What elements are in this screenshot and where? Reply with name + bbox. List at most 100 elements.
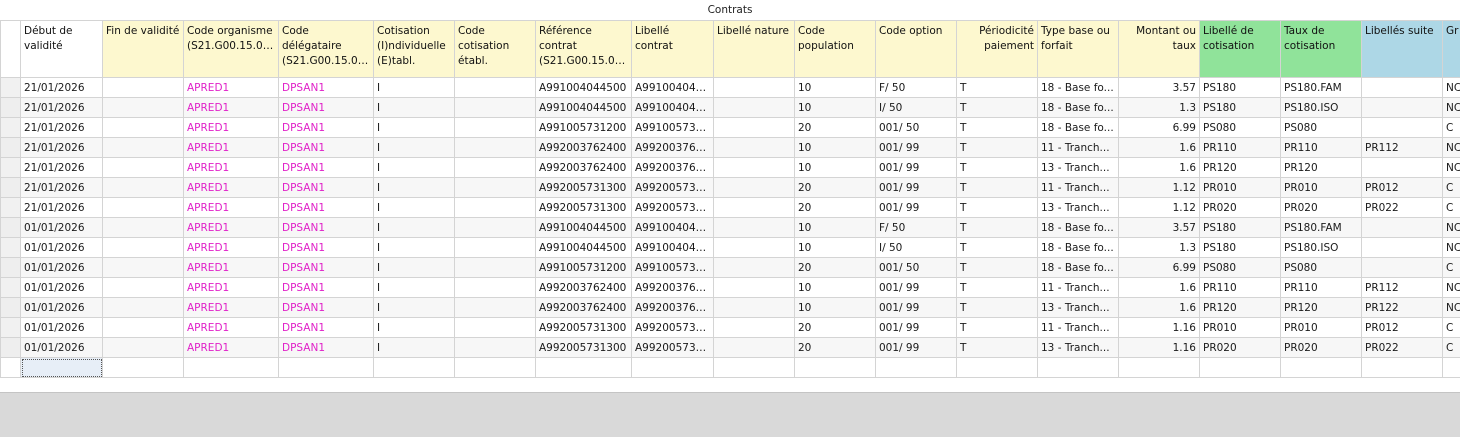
cell-code_cotis[interactable] bbox=[455, 78, 536, 98]
cell-fin[interactable] bbox=[103, 338, 184, 358]
cell-lib_cotis[interactable]: PS180 bbox=[1200, 98, 1281, 118]
column-header-ref[interactable]: Référence contrat (S21.G00.15.001) bbox=[536, 21, 632, 78]
cell-periodicite[interactable]: T bbox=[957, 338, 1038, 358]
cell-code_deleg[interactable]: DPSAN1 bbox=[279, 258, 374, 278]
cell-periodicite[interactable]: T bbox=[957, 198, 1038, 218]
row-header[interactable] bbox=[1, 218, 21, 238]
cell-lib_cotis[interactable]: PS180 bbox=[1200, 78, 1281, 98]
empty-cell[interactable] bbox=[632, 358, 714, 378]
cell-code_cotis[interactable] bbox=[455, 98, 536, 118]
cell-debut[interactable]: 01/01/2026 bbox=[21, 318, 103, 338]
cell-code_org[interactable]: APRED1 bbox=[184, 178, 279, 198]
cell-code_cotis[interactable] bbox=[455, 258, 536, 278]
cell-code_deleg[interactable]: DPSAN1 bbox=[279, 118, 374, 138]
cell-fin[interactable] bbox=[103, 258, 184, 278]
cell-cotisation[interactable]: I bbox=[374, 258, 455, 278]
row-header[interactable] bbox=[1, 318, 21, 338]
contracts-grid[interactable]: Début de validitéFin de validitéCode org… bbox=[0, 20, 1460, 392]
table-row[interactable]: 01/01/2026APRED1DPSAN1IA992003762400A992… bbox=[1, 278, 1460, 298]
cell-montant[interactable]: 1.6 bbox=[1119, 278, 1200, 298]
cell-cotisation[interactable]: I bbox=[374, 278, 455, 298]
cell-taux[interactable]: PR020 bbox=[1281, 338, 1362, 358]
cell-nature[interactable] bbox=[714, 258, 795, 278]
cell-code_cotis[interactable] bbox=[455, 218, 536, 238]
cell-grp[interactable]: C bbox=[1443, 318, 1460, 338]
cell-code_org[interactable]: APRED1 bbox=[184, 318, 279, 338]
cell-pop[interactable]: 20 bbox=[795, 318, 876, 338]
cell-type_base[interactable]: 13 - Tranch... bbox=[1038, 298, 1119, 318]
cell-code_org[interactable]: APRED1 bbox=[184, 118, 279, 138]
cell-code_deleg[interactable]: DPSAN1 bbox=[279, 138, 374, 158]
cell-cotisation[interactable]: I bbox=[374, 218, 455, 238]
cell-code_cotis[interactable] bbox=[455, 318, 536, 338]
cell-code_deleg[interactable]: DPSAN1 bbox=[279, 218, 374, 238]
cell-code_cotis[interactable] bbox=[455, 338, 536, 358]
cell-ref[interactable]: A992003762400 bbox=[536, 158, 632, 178]
cell-lib_cotis[interactable]: PR020 bbox=[1200, 338, 1281, 358]
cell-montant[interactable]: 1.12 bbox=[1119, 198, 1200, 218]
cell-suite[interactable]: PR022 bbox=[1362, 338, 1443, 358]
cell-taux[interactable]: PS080 bbox=[1281, 118, 1362, 138]
cell-option[interactable]: 001/ 99 bbox=[876, 338, 957, 358]
cell-taux[interactable]: PR110 bbox=[1281, 138, 1362, 158]
cell-ref[interactable]: A992005731300 bbox=[536, 178, 632, 198]
cell-cotisation[interactable]: I bbox=[374, 298, 455, 318]
cell-taux[interactable]: PS180.ISO bbox=[1281, 98, 1362, 118]
cell-cotisation[interactable]: I bbox=[374, 158, 455, 178]
cell-suite[interactable]: PR012 bbox=[1362, 178, 1443, 198]
cell-grp[interactable]: NC bbox=[1443, 218, 1460, 238]
cell-fin[interactable] bbox=[103, 198, 184, 218]
cell-libelle[interactable]: A992003762... bbox=[632, 158, 714, 178]
cell-debut[interactable]: 01/01/2026 bbox=[21, 338, 103, 358]
cell-ref[interactable]: A992005731300 bbox=[536, 198, 632, 218]
cell-montant[interactable]: 6.99 bbox=[1119, 258, 1200, 278]
row-header[interactable] bbox=[1, 78, 21, 98]
cell-taux[interactable]: PS080 bbox=[1281, 258, 1362, 278]
cell-pop[interactable]: 20 bbox=[795, 198, 876, 218]
cell-debut[interactable]: 21/01/2026 bbox=[21, 138, 103, 158]
empty-cell[interactable] bbox=[957, 358, 1038, 378]
cell-code_deleg[interactable]: DPSAN1 bbox=[279, 198, 374, 218]
cell-suite[interactable]: PR022 bbox=[1362, 198, 1443, 218]
cell-code_org[interactable]: APRED1 bbox=[184, 218, 279, 238]
cell-suite[interactable] bbox=[1362, 118, 1443, 138]
cell-grp[interactable]: C bbox=[1443, 338, 1460, 358]
cell-option[interactable]: F/ 50 bbox=[876, 78, 957, 98]
column-header-taux[interactable]: Taux de cotisation bbox=[1281, 21, 1362, 78]
cell-montant[interactable]: 1.16 bbox=[1119, 318, 1200, 338]
row-header[interactable] bbox=[1, 338, 21, 358]
cell-libelle[interactable]: A992005731... bbox=[632, 338, 714, 358]
cell-periodicite[interactable]: T bbox=[957, 138, 1038, 158]
cell-montant[interactable]: 6.99 bbox=[1119, 118, 1200, 138]
cell-libelle[interactable]: A992005731... bbox=[632, 318, 714, 338]
cell-nature[interactable] bbox=[714, 238, 795, 258]
cell-suite[interactable]: PR112 bbox=[1362, 138, 1443, 158]
cell-lib_cotis[interactable]: PS180 bbox=[1200, 218, 1281, 238]
cell-taux[interactable]: PR010 bbox=[1281, 178, 1362, 198]
table-row[interactable]: 01/01/2026APRED1DPSAN1IA992005731300A992… bbox=[1, 318, 1460, 338]
cell-pop[interactable]: 10 bbox=[795, 78, 876, 98]
cell-debut[interactable]: 21/01/2026 bbox=[21, 198, 103, 218]
cell-nature[interactable] bbox=[714, 118, 795, 138]
cell-type_base[interactable]: 18 - Base fo... bbox=[1038, 218, 1119, 238]
cell-libelle[interactable]: A991004044... bbox=[632, 78, 714, 98]
cell-nature[interactable] bbox=[714, 158, 795, 178]
cell-libelle[interactable]: A991004044... bbox=[632, 218, 714, 238]
empty-cell[interactable] bbox=[1200, 358, 1281, 378]
cell-pop[interactable]: 10 bbox=[795, 278, 876, 298]
cell-periodicite[interactable]: T bbox=[957, 78, 1038, 98]
cell-option[interactable]: 001/ 99 bbox=[876, 278, 957, 298]
cell-debut[interactable]: 21/01/2026 bbox=[21, 78, 103, 98]
empty-cell[interactable] bbox=[536, 358, 632, 378]
table-row[interactable]: 21/01/2026APRED1DPSAN1IA991005731200A991… bbox=[1, 118, 1460, 138]
column-header-debut[interactable]: Début de validité bbox=[21, 21, 103, 78]
cell-code_deleg[interactable]: DPSAN1 bbox=[279, 78, 374, 98]
column-header-option[interactable]: Code option bbox=[876, 21, 957, 78]
column-header-cotisation[interactable]: Cotisation (I)ndividuelle (E)tabl. bbox=[374, 21, 455, 78]
cell-suite[interactable] bbox=[1362, 218, 1443, 238]
cell-type_base[interactable]: 11 - Tranch... bbox=[1038, 138, 1119, 158]
empty-cell[interactable] bbox=[714, 358, 795, 378]
table-row[interactable]: 21/01/2026APRED1DPSAN1IA991004044500A991… bbox=[1, 78, 1460, 98]
cell-code_org[interactable]: APRED1 bbox=[184, 258, 279, 278]
cell-periodicite[interactable]: T bbox=[957, 118, 1038, 138]
